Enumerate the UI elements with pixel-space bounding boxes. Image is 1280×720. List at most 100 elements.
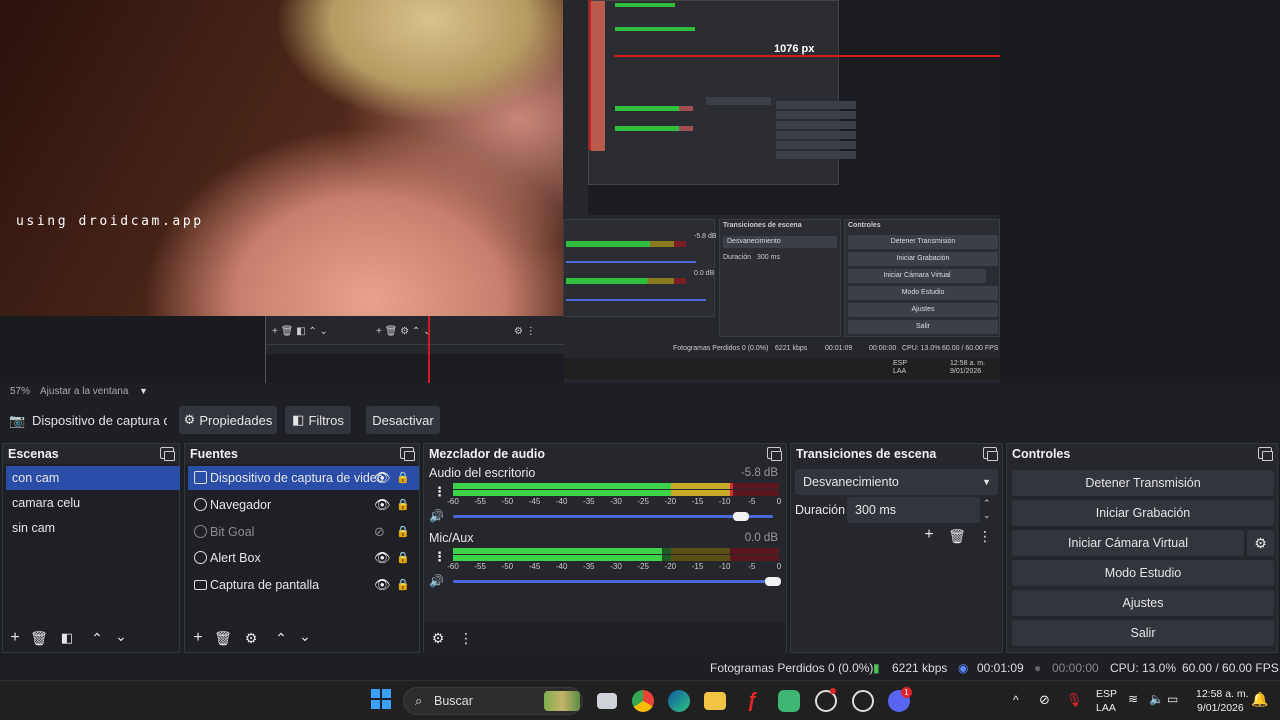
move-down-icon[interactable]: ⌄: [111, 626, 131, 646]
edge-icon[interactable]: [668, 690, 690, 712]
deactivate-button[interactable]: Desactivar: [366, 406, 440, 434]
start-virtual-camera-button[interactable]: Iniciar Cámara Virtual: [1012, 530, 1244, 556]
lock-icon[interactable]: 🔒: [396, 573, 410, 597]
lock-icon[interactable]: 🔒: [396, 520, 410, 544]
zoom-row: [0, 383, 1280, 401]
db-tick-label: -60: [447, 562, 459, 571]
wifi-icon[interactable]: ≋: [1128, 692, 1138, 706]
volume-slider[interactable]: [453, 577, 781, 586]
chevron-down-icon[interactable]: ▼: [139, 386, 148, 396]
db-tick-label: -25: [637, 497, 649, 506]
controls-body: Detener Transmisión Iniciar Grabación In…: [1007, 464, 1277, 652]
scene-item[interactable]: con cam: [6, 466, 180, 490]
channel-menu-icon[interactable]: ⋮: [433, 549, 446, 565]
nested-transitions: Transiciones de escena Desvanecimiento D…: [719, 219, 841, 337]
move-down-icon[interactable]: ⌄: [295, 626, 315, 646]
db-tick-label: -50: [501, 562, 514, 571]
mixer-menu-icon[interactable]: ⋮: [456, 628, 476, 648]
volume-slider[interactable]: [453, 512, 773, 521]
mixer-settings-icon[interactable]: ⚙: [428, 628, 448, 648]
chevron-up-icon[interactable]: ^: [1013, 693, 1019, 707]
move-up-icon[interactable]: ⌃: [271, 628, 291, 648]
source-item[interactable]: Bit Goal ⊘ 🔒: [188, 520, 419, 544]
taskbar-search[interactable]: ⌕ Buscar: [403, 687, 583, 715]
task-view-icon[interactable]: [597, 693, 617, 709]
windows-start-icon[interactable]: [371, 689, 391, 709]
db-tick-label: -5: [748, 497, 756, 506]
stop-stream-button[interactable]: Detener Transmisión: [1012, 470, 1274, 496]
lock-icon[interactable]: 🔒: [396, 493, 410, 517]
battery-icon[interactable]: ▭: [1167, 692, 1178, 706]
fps: 60.00 / 60.00 FPS: [1182, 661, 1279, 675]
duration-spinbox[interactable]: 300 ms: [847, 497, 980, 523]
source-item[interactable]: Navegador 👁 🔒: [188, 493, 419, 517]
gear-icon[interactable]: ⚙: [241, 628, 261, 648]
selected-source-name: Dispositivo de captura de v: [32, 413, 167, 428]
source-item[interactable]: Alert Box 👁 🔒: [188, 546, 419, 570]
undock-icon[interactable]: [983, 447, 998, 461]
speaker-icon[interactable]: 🔊: [429, 509, 444, 523]
undock-icon[interactable]: [400, 447, 415, 461]
add-source-icon[interactable]: +: [188, 628, 208, 648]
eye-icon[interactable]: 👁: [374, 573, 391, 597]
webcam-app-icon[interactable]: [852, 690, 874, 712]
trash-icon[interactable]: 🗑: [29, 628, 49, 648]
eye-icon[interactable]: 👁: [374, 546, 391, 570]
volume-knob[interactable]: [765, 577, 781, 586]
trash-icon[interactable]: 🗑: [213, 628, 233, 648]
clock-time[interactable]: 12:58 a. m.: [1196, 688, 1249, 700]
preview-canvas[interactable]: using droidcam.app 1076 px -5.8 dB 0.0 d…: [0, 0, 1280, 383]
undock-icon[interactable]: [1258, 447, 1273, 461]
camera-off-icon[interactable]: ⊘: [1039, 692, 1050, 708]
eye-hidden-icon[interactable]: ⊘: [374, 520, 385, 544]
level-meter: [453, 483, 779, 489]
scene-item[interactable]: camara celu: [6, 491, 180, 515]
source-item[interactable]: Captura de pantalla 👁 🔒: [188, 573, 419, 597]
scene-item[interactable]: sin cam: [6, 516, 180, 540]
measure-line: [614, 55, 1000, 57]
camera-icon: 📷: [9, 413, 26, 428]
speaker-icon[interactable]: 🔊: [429, 574, 444, 588]
settings-button[interactable]: Ajustes: [1012, 590, 1274, 616]
zoom-mode-select[interactable]: Ajustar a la ventana: [40, 386, 128, 397]
db-tick-label: -55: [474, 562, 486, 571]
source-item[interactable]: Dispositivo de captura de video 👁 🔒: [188, 466, 419, 490]
eye-icon[interactable]: 👁: [374, 493, 391, 517]
lock-icon[interactable]: 🔒: [396, 466, 410, 490]
file-explorer-icon[interactable]: [704, 692, 726, 710]
microphone-icon[interactable]: 🎙: [1066, 692, 1083, 708]
app-green-icon[interactable]: [778, 690, 800, 712]
spin-arrows-icon[interactable]: ⌃ ⌄: [983, 497, 991, 521]
volume-muted-icon[interactable]: 🔈: [1149, 692, 1164, 706]
add-transition-icon[interactable]: +: [919, 525, 939, 545]
transition-menu-icon[interactable]: ⋮: [975, 526, 995, 546]
eye-icon[interactable]: 👁: [374, 466, 391, 490]
filters-button[interactable]: ◧ Filtros: [285, 406, 351, 434]
nested-mixer: -5.8 dB 0.0 dB: [563, 219, 717, 317]
start-recording-button[interactable]: Iniciar Grabación: [1012, 500, 1274, 526]
lock-icon[interactable]: 🔒: [396, 546, 410, 570]
notification-bell-icon[interactable]: 🔔: [1251, 691, 1268, 708]
transitions-body: Desvanecimiento ▼ Duración 300 ms ⌃ ⌄ + 🗑…: [791, 464, 1002, 652]
transition-select[interactable]: Desvanecimiento ▼: [795, 469, 998, 495]
scene-filter-icon[interactable]: ◧: [57, 628, 77, 648]
app-red-icon[interactable]: ƒ: [741, 690, 763, 712]
exit-button[interactable]: Salir: [1012, 620, 1274, 646]
meter-zone: [730, 483, 779, 489]
trash-icon[interactable]: 🗑: [947, 526, 967, 546]
language-indicator[interactable]: ESP: [1096, 688, 1117, 700]
studio-mode-button[interactable]: Modo Estudio: [1012, 560, 1274, 586]
meter-level: [730, 490, 734, 496]
undock-icon[interactable]: [767, 447, 782, 461]
gear-icon[interactable]: ⚙: [1247, 530, 1274, 556]
chrome-icon[interactable]: [632, 690, 654, 712]
move-up-icon[interactable]: ⌃: [87, 628, 107, 648]
properties-button[interactable]: ⚙ Propiedades: [179, 406, 277, 434]
meter-level: [453, 490, 672, 496]
db-scale: -60 -55 -50 -45 -40 -35 -30 -25 -20 -15 -10 -5 0: [447, 562, 781, 572]
clock-date: 9/01/2026: [1197, 702, 1244, 714]
volume-knob[interactable]: [733, 512, 749, 521]
add-scene-icon[interactable]: +: [5, 628, 25, 648]
channel-menu-icon[interactable]: ⋮: [433, 484, 446, 500]
undock-icon[interactable]: [160, 447, 175, 461]
